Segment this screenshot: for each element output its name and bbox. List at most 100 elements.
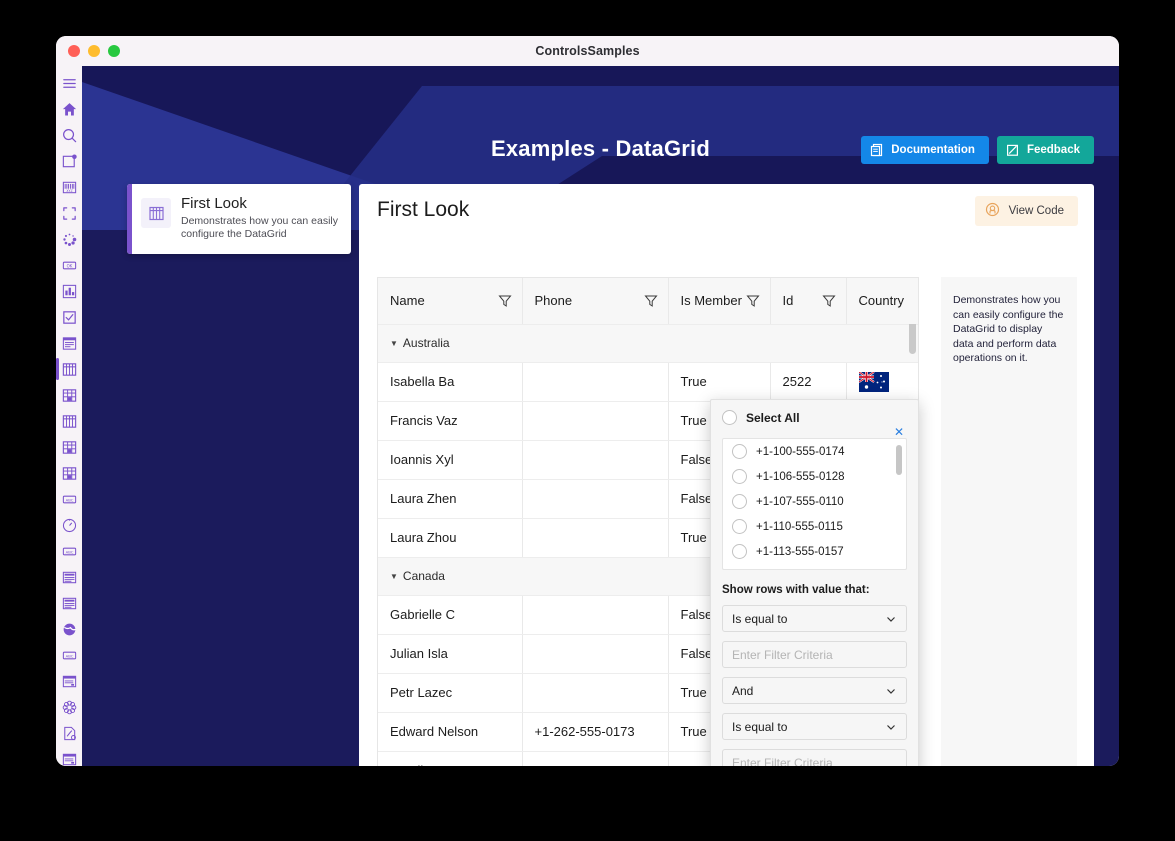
rail-item-tile-view[interactable]: [58, 460, 80, 486]
rail-item-text-label[interactable]: ABC: [58, 642, 80, 668]
filter-value-item[interactable]: +1-113-555-0157: [723, 539, 906, 564]
pivot-grid-icon: [61, 387, 78, 404]
gear-flower-icon: [61, 699, 78, 716]
filter-value-label: +1-106-555-0128: [756, 470, 845, 483]
rail-item-gear-flower[interactable]: [58, 694, 80, 720]
rail-item-window-badge[interactable]: [58, 148, 80, 174]
svg-text:ABC: ABC: [65, 654, 73, 658]
caret-down-icon[interactable]: ▼: [390, 339, 398, 348]
card-accent-bar: [127, 184, 132, 254]
minimize-window-button[interactable]: [88, 45, 100, 57]
cell-phone: [522, 595, 669, 635]
filter-funnel-icon[interactable]: [821, 294, 836, 311]
rail-item-loading-spinner[interactable]: [58, 226, 80, 252]
checkbox-icon: [61, 309, 78, 326]
rail-item-pivot-grid[interactable]: [58, 382, 80, 408]
view-code-label: View Code: [1008, 205, 1064, 217]
filter-value-item[interactable]: +1-110-555-0115: [723, 514, 906, 539]
grid-header: Name Phone Is Member Id Country: [378, 278, 918, 325]
column-header-ctry[interactable]: Country: [846, 278, 918, 325]
maximize-window-button[interactable]: [108, 45, 120, 57]
search-icon: [61, 127, 78, 144]
rail-item-text-box[interactable]: ABC: [58, 538, 80, 564]
filter-value-radio[interactable]: [732, 544, 747, 559]
filter-list-scrollbar[interactable]: [896, 445, 902, 475]
documentation-button[interactable]: Documentation: [861, 136, 989, 164]
content-panel: First Look View Code Name Phone Is Membe…: [359, 184, 1094, 766]
cell-phone: [522, 401, 669, 441]
rail-item-report-designer[interactable]: [58, 746, 80, 766]
caret-down-icon[interactable]: ▼: [390, 572, 398, 581]
logic-operator-select[interactable]: And: [722, 677, 907, 704]
criteria-2-input[interactable]: Enter Filter Criteria: [722, 749, 907, 766]
pencil-square-icon: [1006, 143, 1019, 157]
rail-item-list-view[interactable]: [58, 590, 80, 616]
group-row-label[interactable]: ▼ Australia: [378, 324, 918, 363]
operator-2-select[interactable]: Is equal to: [722, 713, 907, 740]
rail-item-pdf-viewer[interactable]: [58, 720, 80, 746]
rail-item-search[interactable]: [58, 122, 80, 148]
app-content: Examples - DataGrid Documentation Feedba…: [82, 66, 1119, 766]
close-window-button[interactable]: [68, 45, 80, 57]
rail-item-form-layout[interactable]: [58, 330, 80, 356]
criteria-1-input[interactable]: Enter Filter Criteria: [722, 641, 907, 668]
icon-rail[interactable]: XYZOKABCABCABCABC: [56, 66, 82, 766]
select-all-row[interactable]: Select All: [722, 410, 907, 425]
filter-value-label: +1-107-555-0110: [756, 495, 844, 508]
cell-name: Petr Lazec: [378, 673, 523, 713]
filter-funnel-icon[interactable]: [745, 294, 760, 311]
rail-item-world-map[interactable]: [58, 616, 80, 642]
rail-item-home[interactable]: [58, 96, 80, 122]
sample-card-first-look[interactable]: First Look Demonstrates how you can easi…: [127, 184, 351, 254]
rail-item-hamburger-menu[interactable]: [58, 70, 80, 96]
filter-value-list[interactable]: +1-100-555-0174 +1-106-555-0128 +1-107-555…: [722, 438, 907, 570]
column-header-id[interactable]: Id: [770, 278, 847, 325]
column-header-name[interactable]: Name: [378, 278, 523, 325]
filter-funnel-icon[interactable]: [497, 294, 512, 311]
select-all-radio[interactable]: [722, 410, 737, 425]
filter-popup[interactable]: Select All ✕ +1-100-555-0174 +1-106-555-0…: [710, 399, 919, 766]
rail-item-alphabet[interactable]: ABC: [58, 486, 80, 512]
filter-value-radio[interactable]: [732, 469, 747, 484]
chevron-down-icon: [885, 721, 897, 736]
cell-name: Isabella Ba: [378, 362, 523, 402]
rail-item-checkbox[interactable]: [58, 304, 80, 330]
rail-item-data-grid[interactable]: [56, 356, 80, 382]
close-icon[interactable]: ✕: [894, 426, 904, 438]
column-header-phone[interactable]: Phone: [522, 278, 669, 325]
svg-text:ABC: ABC: [65, 550, 73, 554]
rail-item-bar-chart[interactable]: [58, 278, 80, 304]
column-header-member[interactable]: Is Member: [668, 278, 771, 325]
filter-value-item[interactable]: +1-107-555-0110: [723, 489, 906, 514]
feedback-button[interactable]: Feedback: [996, 136, 1094, 164]
rail-item-barcode[interactable]: XYZ: [58, 174, 80, 200]
panel-description: Demonstrates how you can easily configur…: [941, 277, 1077, 766]
filter-value-item[interactable]: +1-100-555-0174: [723, 439, 906, 464]
rail-item-crop[interactable]: [58, 200, 80, 226]
group-row[interactable]: ▼ Australia: [378, 324, 918, 363]
table-row[interactable]: Isabella Ba True 2522: [378, 362, 918, 402]
operator-1-select[interactable]: Is equal to: [722, 605, 907, 632]
rail-item-scheduler[interactable]: [58, 434, 80, 460]
alphabet-icon: ABC: [61, 491, 78, 508]
rail-item-accordion[interactable]: [58, 564, 80, 590]
cell-is-member: True: [668, 362, 771, 402]
filter-funnel-icon[interactable]: [643, 294, 658, 311]
cell-name: Ioannis Xyl: [378, 440, 523, 480]
column-header-label: Country: [858, 293, 905, 309]
cell-country: [846, 362, 918, 402]
rail-item-button-ok[interactable]: OK: [58, 252, 80, 278]
filter-value-item[interactable]: +1-106-555-0128: [723, 464, 906, 489]
filter-value-radio[interactable]: [732, 444, 747, 459]
rail-item-gauge[interactable]: [58, 512, 80, 538]
text-box-icon: ABC: [61, 543, 78, 560]
view-code-button[interactable]: View Code: [974, 196, 1078, 226]
filter-value-radio[interactable]: [732, 494, 747, 509]
cell-name: Gabrielle C: [378, 595, 523, 635]
rail-item-tree-list[interactable]: [58, 408, 80, 434]
filter-value-radio[interactable]: [732, 519, 747, 534]
gauge-icon: [61, 517, 78, 534]
github-icon: [985, 202, 1000, 220]
rail-item-popup-window[interactable]: [58, 668, 80, 694]
traffic-lights[interactable]: [68, 45, 120, 57]
